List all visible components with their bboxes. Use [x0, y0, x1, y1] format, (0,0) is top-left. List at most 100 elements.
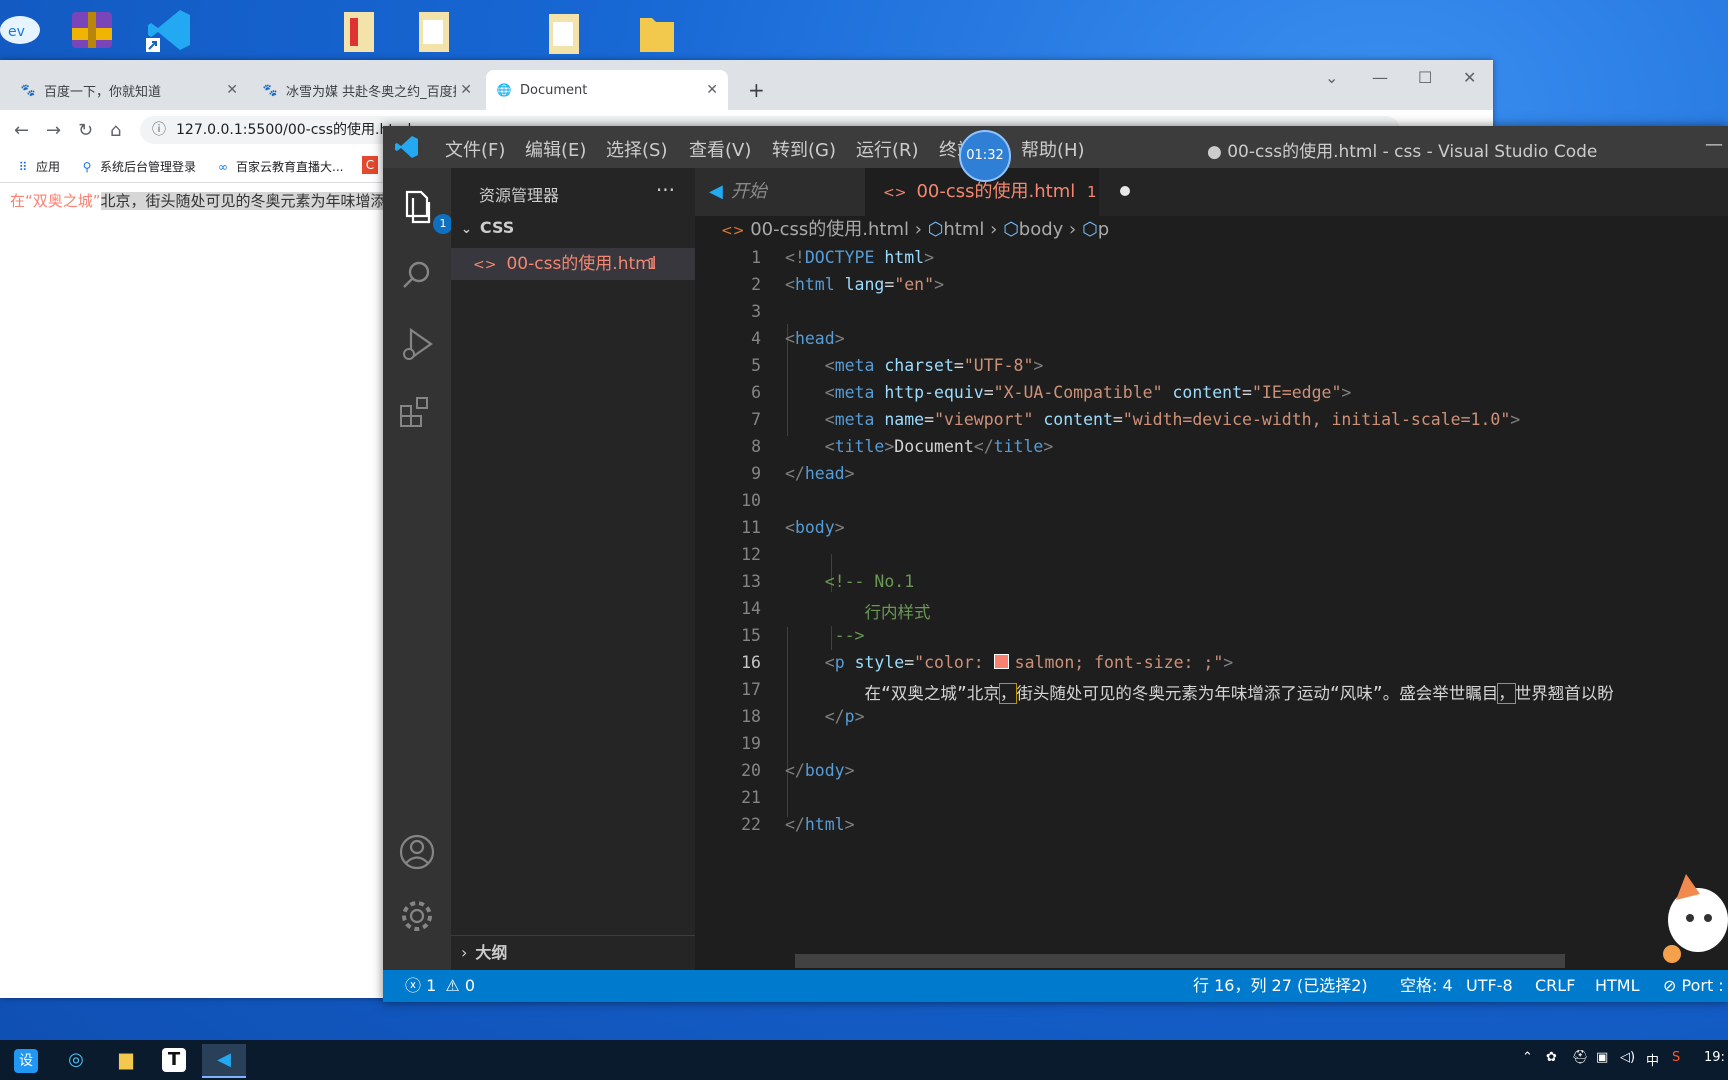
breadcrumb-html[interactable]: html — [943, 219, 984, 240]
file-item[interactable]: <> 00-css的使用.html 1 — [451, 248, 695, 280]
forward-icon[interactable]: → — [46, 120, 61, 141]
cursor-position[interactable]: 行 16，列 27 (已选择2) — [1193, 970, 1368, 1002]
tab-label: Document — [520, 82, 588, 98]
line-number: 15 — [741, 626, 761, 645]
line-number: 5 — [751, 356, 761, 375]
bookmark-c-icon[interactable]: C — [362, 156, 378, 174]
file-explorer-icon[interactable]: ▆ — [106, 1044, 146, 1076]
close-tab-icon[interactable]: ✕ — [706, 82, 718, 98]
menu-view[interactable]: 查看(V) — [689, 136, 751, 162]
tray-overflow-icon[interactable]: ⌃ — [1522, 1050, 1533, 1065]
color-swatch-icon[interactable] — [993, 654, 1009, 669]
home-icon[interactable]: ⌂ — [110, 120, 121, 141]
horizontal-scrollbar[interactable] — [795, 954, 1565, 968]
account-icon[interactable] — [397, 832, 437, 872]
bookmark-apps[interactable]: ⠿ 应用 — [16, 158, 60, 175]
volume-icon[interactable]: ◁) — [1620, 1050, 1635, 1065]
bookmark-live[interactable]: ∞ 百家云教育直播大... — [216, 158, 343, 175]
line-number: 20 — [741, 761, 761, 780]
close-tab-icon[interactable]: ✕ — [226, 82, 238, 98]
line-number: 21 — [741, 788, 761, 807]
archive-desktop-icon[interactable] — [68, 6, 116, 54]
minimize-icon[interactable]: — — [1705, 134, 1723, 155]
menu-file[interactable]: 文件(F) — [445, 136, 505, 162]
breadcrumb-p[interactable]: p — [1098, 219, 1109, 240]
port-label: Port : 5500 — [1681, 976, 1728, 995]
code-editor[interactable]: 1 2 3 4 5 6 7 8 9 10 11 12 13 14 15 16 17 18 19 20 21 22 <!DO… — [695, 244, 1728, 964]
browser-tab-document[interactable]: 🌐 Document ✕ — [486, 70, 728, 110]
code-line: </p> — [824, 707, 865, 726]
info-icon[interactable]: ⓘ — [152, 116, 166, 144]
tray-app-icon[interactable]: ✿ — [1546, 1050, 1557, 1065]
browser-tab-search[interactable]: 🐾 冰雪为媒 共赴冬奥之约_百度搜索 ✕ — [252, 70, 482, 110]
explorer-title: 资源管理器 — [479, 186, 560, 205]
vscode-desktop-icon[interactable] — [146, 6, 194, 54]
chevron-right-icon: › — [914, 219, 922, 240]
search-app-icon[interactable]: ◎ — [56, 1044, 96, 1076]
symbol-icon: ⬡ — [927, 219, 944, 240]
document-desktop-icon[interactable] — [415, 10, 463, 58]
browser-tab-baidu[interactable]: 🐾 百度一下，你就知道 ✕ — [10, 70, 248, 110]
line-number: 9 — [751, 464, 761, 483]
minimize-icon[interactable]: — — [1372, 68, 1388, 87]
menu-help[interactable]: 帮助(H) — [1021, 136, 1085, 162]
status-bar: ⓧ 1 ⚠ 0 行 16，列 27 (已选择2) 空格: 4 UTF-8 CRL… — [383, 970, 1728, 1002]
folder-desktop-icon[interactable] — [638, 10, 686, 58]
breadcrumb-file[interactable]: 00-css的使用.html — [750, 219, 909, 240]
reload-icon[interactable]: ↻ — [78, 120, 93, 141]
network-icon[interactable]: ▣ — [1596, 1050, 1608, 1065]
indentation[interactable]: 空格: 4 — [1400, 970, 1453, 1002]
line-number: 17 — [741, 680, 761, 699]
tray-app-icon[interactable]: S — [1672, 1050, 1680, 1065]
line-number: 10 — [741, 491, 761, 510]
explorer-icon[interactable]: 1 — [397, 186, 453, 234]
cloud-app-desktop-icon[interactable]: ev — [0, 6, 40, 50]
menu-edit[interactable]: 编辑(E) — [525, 136, 586, 162]
line-number: 16 — [741, 653, 761, 672]
menu-go[interactable]: 转到(G) — [772, 136, 836, 162]
encoding[interactable]: UTF-8 — [1466, 970, 1513, 1002]
bookmark-admin-login[interactable]: ⚲ 系统后台管理登录 — [80, 158, 196, 175]
clock[interactable]: 19: — [1704, 1050, 1725, 1065]
extensions-icon[interactable] — [397, 392, 437, 432]
language-mode[interactable]: HTML — [1595, 970, 1640, 1002]
ime-indicator[interactable]: 中 — [1646, 1050, 1659, 1069]
prohibited-icon: ⊘ — [1663, 976, 1677, 995]
tray-app-icon[interactable]: ⛑ — [1572, 1050, 1589, 1065]
new-tab-button[interactable]: + — [738, 70, 768, 110]
run-debug-icon[interactable] — [397, 324, 437, 364]
symbol-icon: ⬡ — [1003, 219, 1019, 240]
settings-app-icon[interactable]: 设 — [6, 1044, 46, 1076]
typora-icon[interactable]: T — [154, 1044, 194, 1076]
code-line: <meta name="viewport" content="width=dev… — [824, 410, 1521, 429]
close-tab-icon[interactable]: ✕ — [460, 82, 472, 98]
taskbar: 设 ◎ ▆ T ◀ ⌃ ✿ ⛑ ▣ ◁) 中 S 19: — [0, 1040, 1728, 1080]
unsaved-dot-icon[interactable] — [1120, 186, 1131, 196]
outline-section[interactable]: › 大纲 — [451, 935, 695, 970]
editor-tabs: ◀ 开始 <> 00-css的使用.html 1 — [695, 168, 1728, 216]
line-ending[interactable]: CRLF — [1535, 970, 1575, 1002]
tab-search-icon[interactable]: ⌄ — [1325, 68, 1338, 87]
problems-indicator[interactable]: ⓧ 1 ⚠ 0 — [405, 970, 475, 1002]
back-icon[interactable]: ← — [14, 120, 29, 141]
line-number: 6 — [751, 383, 761, 402]
close-window-icon[interactable]: ✕ — [1463, 68, 1476, 87]
live-server-port[interactable]: ⊘ Port : 5500 — [1663, 970, 1728, 1002]
breadcrumb-body[interactable]: body — [1019, 219, 1064, 240]
chevron-right-icon: › — [990, 219, 998, 240]
code-line: </html> — [785, 815, 855, 834]
folder-css[interactable]: ⌄ CSS — [461, 218, 514, 237]
more-actions-icon[interactable]: ··· — [656, 178, 675, 202]
baidu-icon: 🐾 — [262, 83, 278, 97]
tab-welcome[interactable]: ◀ 开始 — [695, 168, 865, 216]
chevron-down-icon: ⌄ — [461, 222, 472, 237]
globe-icon: 🌐 — [496, 83, 512, 97]
menu-run[interactable]: 运行(R) — [856, 136, 919, 162]
search-icon[interactable] — [397, 256, 437, 296]
menu-selection[interactable]: 选择(S) — [606, 136, 667, 162]
document-desktop-icon[interactable] — [340, 10, 388, 58]
vscode-taskbar-icon[interactable]: ◀ — [202, 1044, 246, 1078]
maximize-icon[interactable]: ☐ — [1418, 68, 1432, 87]
gear-icon[interactable] — [397, 896, 437, 936]
document-desktop-icon[interactable] — [545, 12, 593, 60]
